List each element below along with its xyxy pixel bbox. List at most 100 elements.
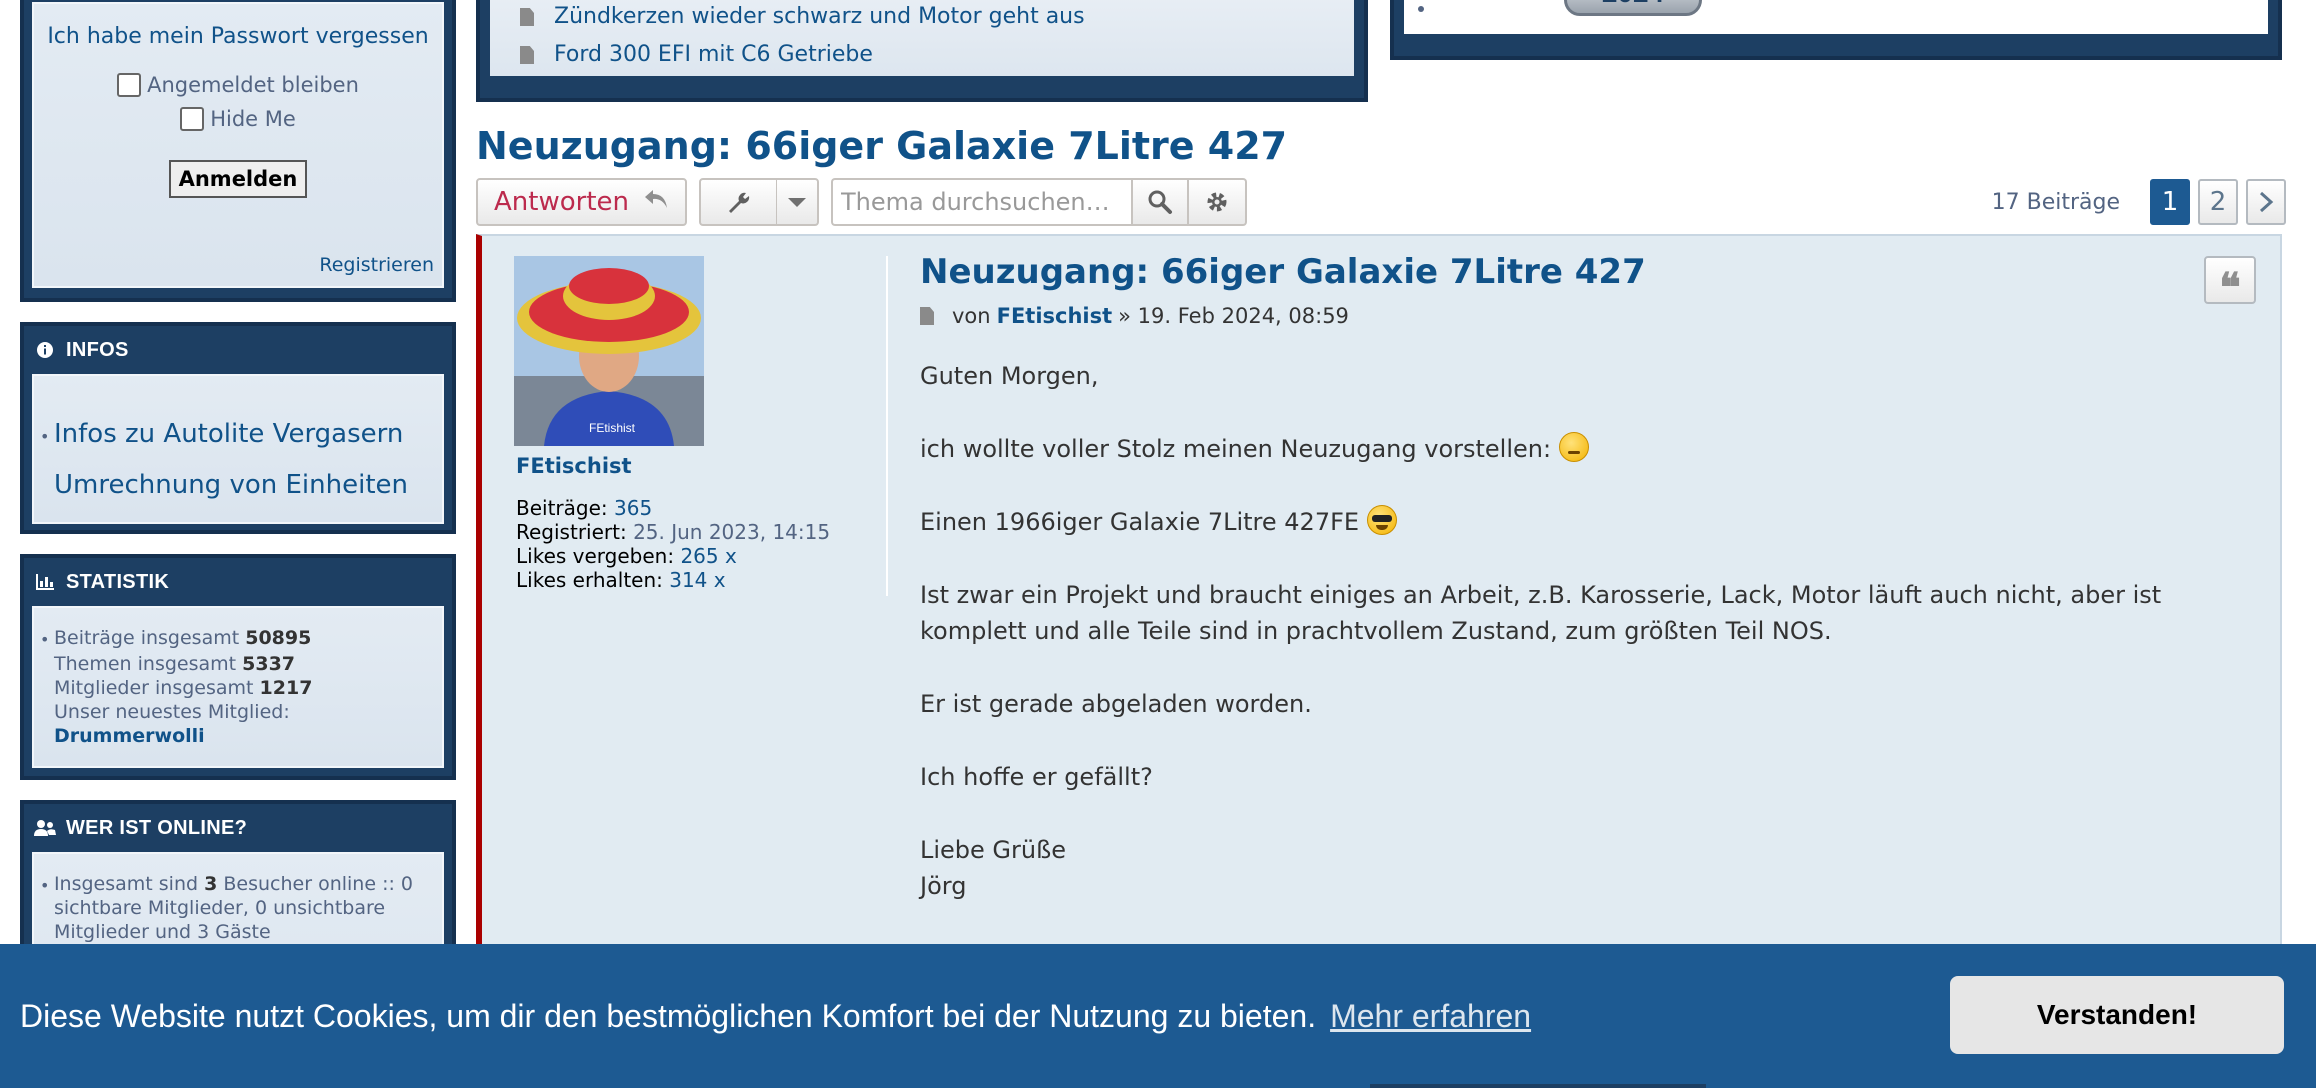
- statistics-panel: STATISTIK • Beiträge insgesamt 50895 The…: [20, 554, 456, 780]
- document-icon[interactable]: [920, 307, 934, 325]
- stat-posts-label: Beiträge insgesamt: [54, 627, 240, 649]
- statistics-panel-body: • Beiträge insgesamt 50895 Themen insges…: [32, 606, 444, 768]
- info-link-units[interactable]: Umrechnung von Einheiten: [54, 461, 408, 510]
- post-body: Neuzugang: 66iger Galaxie 7Litre 427 von…: [920, 252, 2260, 941]
- post-paragraph: Er ist gerade abgeladen worden.: [920, 690, 1312, 718]
- recent-topic-link[interactable]: Ford 300 EFI mit C6 Getriebe: [554, 36, 873, 74]
- forgot-password-link[interactable]: Ich habe mein Passwort vergessen: [34, 22, 442, 52]
- author-profile: Beiträge: 365 Registriert: 25. Jun 2023,…: [516, 496, 831, 592]
- search-button[interactable]: [1131, 178, 1189, 226]
- document-icon: [520, 46, 534, 64]
- stat-newest-label: Unser neuestes Mitglied:: [54, 701, 290, 723]
- post-content: Guten Morgen, ich wollte voller Stolz me…: [920, 358, 2260, 904]
- cookie-consent-banner: Diese Website nutzt Cookies, um dir den …: [0, 944, 2316, 1088]
- author-registered: 25. Jun 2023, 14:15: [633, 520, 831, 544]
- post-signature: Jörg: [920, 872, 967, 900]
- infos-panel: INFOS • Infos zu Autolite Vergasern Umre…: [20, 322, 456, 534]
- document-icon: [520, 8, 534, 26]
- list-item[interactable]: Ford 300 EFI mit C6 Getriebe: [520, 36, 1354, 74]
- list-item[interactable]: Umrechnung von Einheiten: [40, 461, 442, 510]
- infos-panel-body: • Infos zu Autolite Vergasern Umrechnung…: [32, 374, 444, 524]
- stat-posts: • Beiträge insgesamt 50895: [40, 627, 312, 649]
- recent-topic-link[interactable]: Zündkerzen wieder schwarz und Motor geht…: [554, 0, 1085, 36]
- event-panel: 2024: [1390, 0, 2282, 60]
- hide-me-label: Hide Me: [210, 107, 296, 131]
- advanced-search-button[interactable]: [1189, 178, 1247, 226]
- login-panel-body: Ich habe mein Passwort vergessen Angemel…: [32, 2, 444, 288]
- recent-topics-panel: Zündkerzen wieder schwarz und Motor geht…: [476, 0, 1368, 102]
- stat-topics: Themen insgesamt 5337: [40, 652, 442, 676]
- avatar[interactable]: FEtishist: [514, 256, 704, 446]
- online-summary: • Insgesamt sind 3 Besucher online :: 0 …: [40, 873, 414, 943]
- thread-action-bar: Antworten: [476, 178, 1247, 226]
- who-is-online-header: WER IST ONLINE?: [24, 804, 452, 852]
- post-paragraph: Guten Morgen,: [920, 362, 1099, 390]
- year-badge-image[interactable]: 2024: [1564, 0, 1702, 16]
- recent-topics-body: Zündkerzen wieder schwarz und Motor geht…: [490, 0, 1354, 76]
- list-item[interactable]: • Infos zu Autolite Vergasern: [40, 410, 442, 461]
- register-link[interactable]: Registrieren: [319, 254, 434, 276]
- footer-edge: [1370, 1084, 1706, 1088]
- bullet: •: [40, 427, 50, 446]
- next-page-button[interactable]: [2246, 179, 2286, 225]
- author-name-link[interactable]: FEtischist: [516, 454, 632, 478]
- post-paragraph: Liebe Grüße: [920, 836, 1066, 864]
- post-paragraph: ich wollte voller Stolz meinen Neuzugang…: [920, 431, 2260, 467]
- page-2-button[interactable]: 2: [2198, 179, 2238, 225]
- online-count: 3: [204, 873, 218, 895]
- list-item[interactable]: Zündkerzen wieder schwarz und Motor geht…: [520, 0, 1354, 36]
- newest-member-link[interactable]: Drummerwolli: [54, 724, 205, 748]
- post-author-link[interactable]: FEtischist: [997, 304, 1113, 328]
- reply-button-label: Antworten: [494, 187, 629, 217]
- topic-tools-dropdown[interactable]: [699, 178, 819, 226]
- stat-members: Mitglieder insgesamt 1217: [40, 676, 442, 700]
- quote-button[interactable]: ❝: [2204, 256, 2256, 308]
- statistics-header: STATISTIK: [24, 558, 452, 606]
- post-count: 17 Beiträge: [1991, 189, 2120, 215]
- who-is-online-title: WER IST ONLINE?: [66, 816, 248, 839]
- infos-header: INFOS: [24, 326, 452, 374]
- chevron-right-icon: [2259, 191, 2274, 213]
- search-icon: [1148, 190, 1172, 214]
- statistics-title: STATISTIK: [66, 570, 170, 593]
- author-likes-received[interactable]: 314 x: [669, 568, 725, 592]
- drooling-face-emoji-icon: [1558, 432, 1589, 462]
- online-text-before: Insgesamt sind: [53, 873, 199, 895]
- pagination: 17 Beiträge 1 2: [1992, 178, 2286, 226]
- post-paragraph: Ich hoffe er gefällt?: [920, 763, 1153, 791]
- remember-me-checkbox[interactable]: [117, 73, 142, 97]
- wrench-icon: [701, 180, 777, 224]
- hide-me-row[interactable]: Hide Me: [34, 104, 442, 134]
- bar-chart-icon: [34, 571, 56, 593]
- hide-me-checkbox[interactable]: [180, 107, 205, 131]
- users-icon: [34, 817, 56, 839]
- info-link-autolite[interactable]: Infos zu Autolite Vergasern: [54, 410, 403, 461]
- info-circle-icon: [34, 339, 56, 361]
- author-likes-given[interactable]: 265 x: [680, 544, 736, 568]
- bullet: [1418, 6, 1424, 12]
- stat-newest-member[interactable]: Drummerwolli: [40, 724, 442, 748]
- post-meta: von FEtischist » 19. Feb 2024, 08:59: [920, 304, 2260, 328]
- cookie-accept-button[interactable]: Verstanden!: [1950, 976, 2284, 1054]
- thread-title[interactable]: Neuzugang: 66iger Galaxie 7Litre 427: [476, 124, 1287, 168]
- cookie-message: Diese Website nutzt Cookies, um dir den …: [20, 997, 1317, 1034]
- thread-search-input[interactable]: [831, 178, 1131, 226]
- event-panel-body: 2024: [1404, 0, 2268, 34]
- divider: [886, 256, 888, 596]
- stat-members-value: 1217: [259, 677, 313, 699]
- post-date: » 19. Feb 2024, 08:59: [1118, 304, 1349, 328]
- chevron-down-icon: [777, 197, 817, 207]
- post-title[interactable]: Neuzugang: 66iger Galaxie 7Litre 427: [920, 252, 2260, 292]
- stat-members-label: Mitglieder insgesamt: [54, 677, 254, 699]
- page-1-button[interactable]: 1: [2150, 179, 2190, 225]
- author-posts-link[interactable]: 365: [614, 496, 652, 520]
- reply-arrow-icon: [643, 187, 669, 217]
- reply-button[interactable]: Antworten: [476, 178, 687, 226]
- post-paragraph: Ist zwar ein Projekt und braucht einiges…: [920, 581, 2162, 645]
- cookie-learn-more-link[interactable]: Mehr erfahren: [1330, 998, 1531, 1035]
- gear-icon: [1207, 192, 1227, 212]
- remember-me-label: Angemeldet bleiben: [147, 73, 359, 97]
- stat-posts-value: 50895: [245, 627, 312, 649]
- login-button[interactable]: Anmelden: [168, 160, 308, 198]
- remember-me-row[interactable]: Angemeldet bleiben: [34, 70, 442, 100]
